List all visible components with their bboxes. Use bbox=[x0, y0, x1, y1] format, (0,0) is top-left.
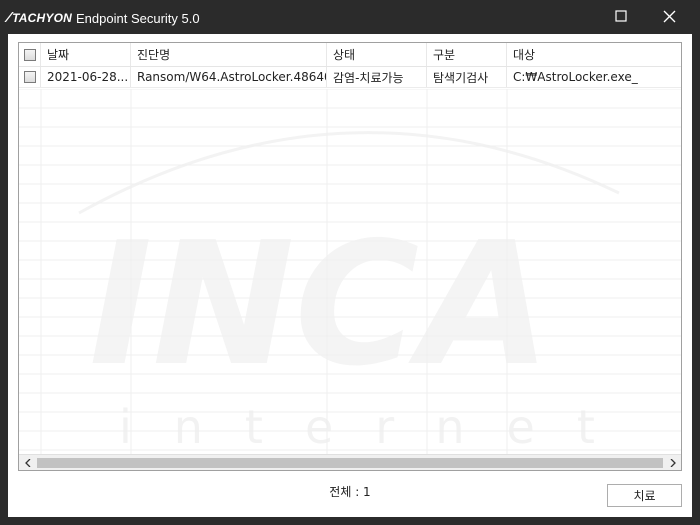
arrow-right-icon bbox=[670, 459, 676, 467]
cell-diagnosis: Ransom/W64.AstroLocker.48640 bbox=[131, 67, 327, 87]
column-header-target[interactable]: 대상 bbox=[507, 43, 681, 66]
app-logo: ⁄ TACHYON Endpoint Security 5.0 bbox=[8, 9, 200, 27]
total-count: 전체 : 1 bbox=[329, 485, 371, 499]
column-header-status[interactable]: 상태 bbox=[327, 43, 427, 66]
maximize-icon bbox=[615, 10, 627, 22]
horizontal-scrollbar[interactable] bbox=[19, 454, 681, 470]
content-panel: INCA internet 날짜 진단명 상태 구분 대상 2021-06-28… bbox=[8, 34, 692, 517]
cell-category: 탐색기검사 bbox=[427, 67, 507, 87]
table-row[interactable]: 2021-06-28... Ransom/W64.AstroLocker.486… bbox=[19, 67, 681, 88]
close-icon bbox=[663, 10, 675, 22]
grid-header-row: 날짜 진단명 상태 구분 대상 bbox=[19, 43, 681, 67]
arrow-left-icon bbox=[24, 459, 30, 467]
column-header-category[interactable]: 구분 bbox=[427, 43, 507, 66]
select-all-checkbox[interactable] bbox=[23, 48, 36, 61]
cell-status: 감염-치료가능 bbox=[327, 67, 427, 87]
svg-text:internet: internet bbox=[119, 400, 637, 453]
column-header-date[interactable]: 날짜 bbox=[41, 43, 131, 66]
scrollbar-thumb[interactable] bbox=[37, 458, 663, 468]
inca-watermark: INCA internet bbox=[78, 131, 637, 453]
title-bar: ⁄ TACHYON Endpoint Security 5.0 bbox=[0, 0, 700, 34]
row-checkbox[interactable] bbox=[23, 71, 36, 83]
column-header-diagnosis[interactable]: 진단명 bbox=[131, 43, 327, 66]
product-name: Endpoint Security 5.0 bbox=[76, 10, 200, 26]
cell-date: 2021-06-28... bbox=[41, 67, 131, 87]
maximize-button[interactable] bbox=[598, 0, 644, 32]
cure-button[interactable]: 치료 bbox=[607, 484, 682, 507]
empty-grid-lines bbox=[19, 89, 681, 455]
result-grid: INCA internet 날짜 진단명 상태 구분 대상 2021-06-28… bbox=[18, 42, 682, 471]
tachyon-slash-icon: ⁄ bbox=[8, 10, 11, 26]
scroll-left-button[interactable] bbox=[19, 455, 36, 470]
close-button[interactable] bbox=[646, 0, 692, 32]
row-select-cell[interactable] bbox=[19, 67, 41, 87]
scroll-right-button[interactable] bbox=[664, 455, 681, 470]
cell-target: C:₩AstroLocker.exe_ bbox=[513, 70, 638, 84]
header-select-all[interactable] bbox=[19, 43, 41, 66]
app-window: ⁄ TACHYON Endpoint Security 5.0 INCA int… bbox=[0, 0, 700, 525]
brand-name: TACHYON bbox=[12, 11, 73, 25]
svg-text:INCA: INCA bbox=[89, 206, 551, 404]
